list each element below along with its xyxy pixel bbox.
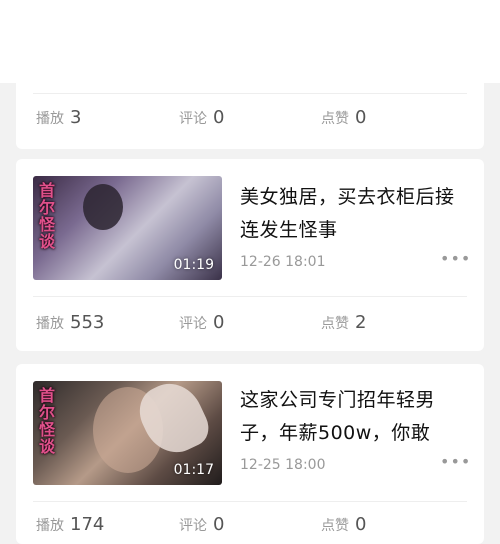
video-duration: 01:17 bbox=[173, 462, 214, 478]
publish-date: 12-26 18:01 bbox=[240, 254, 326, 270]
stats-row: 播放 174 评论 0 点赞 0 bbox=[36, 514, 476, 538]
like-stat[interactable]: 点赞 0 bbox=[321, 107, 366, 131]
more-options-icon[interactable]: ••• bbox=[440, 452, 471, 471]
divider bbox=[33, 296, 467, 297]
video-title[interactable]: 这家公司专门招年轻男子，年薪500w，你敢去… bbox=[240, 384, 466, 450]
video-duration: 01:19 bbox=[173, 257, 214, 273]
play-count: 3 bbox=[70, 107, 82, 128]
video-title[interactable]: 美女独居，买去衣柜后接连发生怪事 bbox=[240, 181, 466, 247]
like-count: 0 bbox=[355, 107, 367, 128]
more-options-icon[interactable]: ••• bbox=[440, 249, 471, 268]
comment-stat[interactable]: 评论 0 bbox=[179, 312, 224, 336]
comment-label: 评论 bbox=[179, 316, 207, 332]
stats-row: 播放 553 评论 0 点赞 2 bbox=[36, 312, 476, 336]
comment-stat[interactable]: 评论 0 bbox=[179, 514, 224, 538]
comment-label: 评论 bbox=[179, 518, 207, 534]
divider bbox=[33, 93, 467, 94]
video-thumbnail[interactable]: 首尔怪谈 01:19 bbox=[33, 176, 222, 280]
stats-row: 播放 3 评论 0 点赞 0 bbox=[36, 107, 476, 131]
publish-date: 12-25 18:00 bbox=[240, 457, 326, 473]
play-label: 播放 bbox=[36, 111, 64, 127]
top-bar bbox=[0, 0, 500, 83]
like-label: 点赞 bbox=[321, 518, 349, 534]
play-stat: 播放 174 bbox=[36, 514, 104, 538]
like-count: 2 bbox=[355, 312, 367, 333]
play-stat: 播放 553 bbox=[36, 312, 104, 336]
like-label: 点赞 bbox=[321, 316, 349, 332]
like-stat[interactable]: 点赞 0 bbox=[321, 514, 366, 538]
brand-watermark: 首尔怪谈 bbox=[39, 386, 56, 456]
comment-count: 0 bbox=[213, 107, 225, 128]
video-thumbnail[interactable]: 首尔怪谈 01:17 bbox=[33, 381, 222, 485]
play-stat: 播放 3 bbox=[36, 107, 81, 131]
comment-stat[interactable]: 评论 0 bbox=[179, 107, 224, 131]
video-card[interactable]: 首尔怪谈 01:19 美女独居，买去衣柜后接连发生怪事 12-26 18:01 … bbox=[16, 159, 484, 351]
like-label: 点赞 bbox=[321, 111, 349, 127]
video-card[interactable]: 首尔怪谈 01:17 这家公司专门招年轻男子，年薪500w，你敢去… 12-25… bbox=[16, 364, 484, 544]
divider bbox=[33, 501, 467, 502]
comment-count: 0 bbox=[213, 312, 225, 333]
thumbnail-figure bbox=[83, 184, 123, 230]
like-stat[interactable]: 点赞 2 bbox=[321, 312, 366, 336]
brand-watermark: 首尔怪谈 bbox=[39, 181, 56, 251]
play-label: 播放 bbox=[36, 316, 64, 332]
play-count: 553 bbox=[70, 312, 105, 333]
comment-label: 评论 bbox=[179, 111, 207, 127]
play-label: 播放 bbox=[36, 518, 64, 534]
video-card[interactable]: 播放 3 评论 0 点赞 0 bbox=[16, 83, 484, 149]
